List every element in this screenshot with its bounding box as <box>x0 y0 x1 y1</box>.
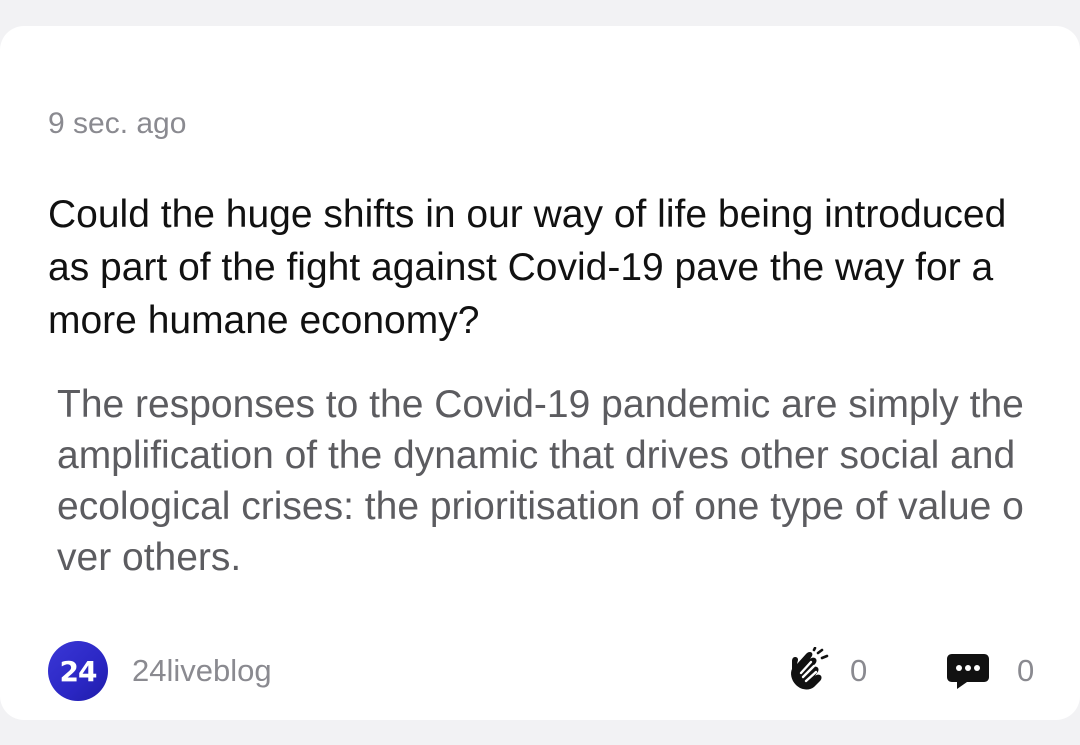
post-excerpt: The responses to the Covid-19 pandemic a… <box>57 383 1024 579</box>
post-footer: 24 24liveblog 0 0 <box>48 638 1038 704</box>
source-avatar[interactable]: 24 <box>48 641 108 701</box>
comment-icon <box>945 648 991 694</box>
source-name[interactable]: 24liveblog <box>132 652 272 690</box>
post-card[interactable]: 9 sec. ago Could the huge shifts in our … <box>0 26 1080 720</box>
post-timestamp: 9 sec. ago <box>48 107 187 140</box>
clap-count: 0 <box>850 653 868 688</box>
comment-count: 0 <box>1017 653 1035 688</box>
clap-button[interactable]: 0 <box>782 646 892 696</box>
comment-button[interactable]: 0 <box>945 646 1038 696</box>
clap-icon <box>782 647 830 695</box>
post-headline[interactable]: Could the huge shifts in our way of life… <box>48 188 1038 347</box>
